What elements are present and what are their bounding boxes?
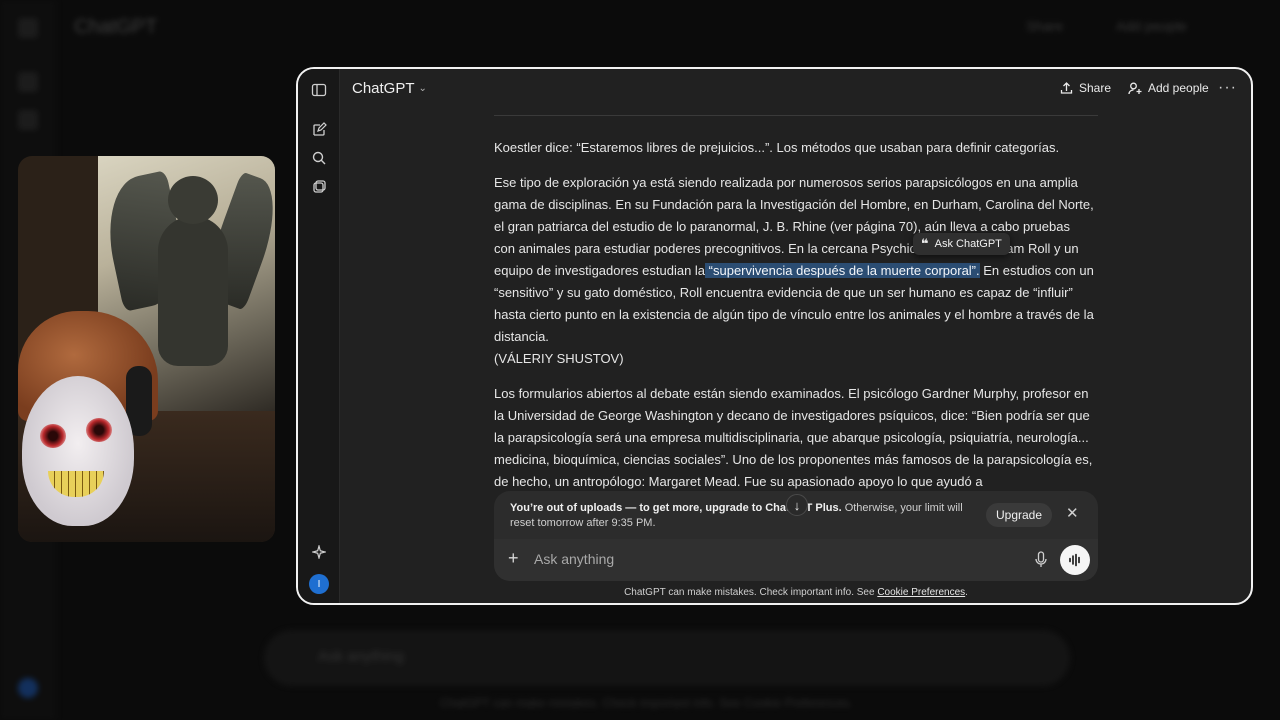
microphone-icon[interactable] — [1034, 551, 1048, 569]
top-bar: ChatGPT ⌄ Share Add people ··· — [340, 69, 1251, 111]
close-icon[interactable]: ✕ — [1066, 504, 1079, 522]
voice-mode-button[interactable] — [1060, 545, 1090, 575]
audio-waveform-icon — [1069, 553, 1080, 567]
message-paragraph: Ese tipo de exploración ya está siendo r… — [494, 172, 1094, 370]
selected-text-highlight[interactable]: “supervivencia después de la muerte corp… — [705, 263, 980, 278]
model-selector[interactable]: ChatGPT ⌄ — [352, 80, 427, 97]
message-paragraph: Koestler dice: “Estaremos libres de prej… — [494, 140, 1060, 155]
mask-eye — [40, 424, 66, 448]
chevron-down-icon: ⌄ — [418, 83, 427, 94]
quote-icon: ❝ — [921, 236, 929, 251]
new-chat-icon[interactable] — [310, 121, 328, 139]
cookie-preferences-link[interactable]: Cookie Preferences — [877, 587, 965, 598]
cat-head — [168, 176, 218, 224]
chatgpt-window: I ChatGPT ⌄ Share Add people ··· Koestle… — [296, 67, 1253, 605]
disclaimer-text: ChatGPT can make mistakes. Check importa… — [624, 587, 878, 598]
background-share: Share — [1026, 18, 1064, 34]
mask-eye — [86, 418, 112, 442]
paragraph-author: (VÁLERIY SHUSTOV) — [494, 351, 624, 366]
notice-text: You’re out of uploads — to get more, upg… — [510, 501, 970, 531]
disclaimer-end: . — [965, 587, 968, 598]
share-button[interactable]: Share — [1060, 81, 1111, 95]
sparkle-icon[interactable] — [310, 543, 328, 561]
scroll-down-button[interactable]: ↓ — [786, 494, 808, 516]
add-people-label: Add people — [1148, 81, 1209, 95]
background-sidebar-icon — [18, 110, 38, 130]
message-paragraph: Los formularios abiertos al debate están… — [494, 386, 1093, 489]
plus-icon[interactable]: + — [508, 548, 519, 569]
add-person-icon — [1128, 82, 1142, 94]
ask-chatgpt-label: Ask ChatGPT — [934, 238, 1002, 250]
background-sidebar-icon — [18, 72, 38, 92]
ask-chatgpt-popover[interactable]: ❝ Ask ChatGPT — [913, 233, 1010, 255]
conversation-content[interactable]: Koestler dice: “Estaremos libres de prej… — [494, 111, 1098, 511]
masked-face — [22, 376, 134, 526]
composer: + — [494, 539, 1098, 581]
share-label: Share — [1079, 81, 1112, 95]
upgrade-button[interactable]: Upgrade — [986, 503, 1053, 527]
user-avatar[interactable]: I — [309, 574, 329, 594]
background-title: ChatGPT — [74, 16, 158, 38]
library-icon[interactable] — [310, 178, 328, 196]
model-title: ChatGPT — [352, 80, 415, 97]
add-people-button[interactable]: Add people — [1128, 81, 1209, 95]
sidebar-rail: I — [298, 69, 340, 603]
share-icon — [1060, 81, 1073, 94]
disclaimer: ChatGPT can make mistakes. Check importa… — [494, 587, 1098, 598]
background-add-people: Add people — [1116, 18, 1187, 34]
background-input-placeholder: Ask anything — [318, 648, 404, 665]
webcam-overlay[interactable] — [18, 156, 275, 542]
sidebar-toggle-icon[interactable] — [310, 81, 328, 99]
background-footer: ChatGPT can make mistakes. Check importa… — [440, 696, 853, 710]
background-sidebar-icon — [18, 18, 38, 38]
cat-body — [158, 216, 228, 366]
ask-input[interactable] — [534, 551, 1014, 567]
divider — [494, 115, 1098, 116]
background-composer: Ask anything — [264, 630, 1070, 686]
background-avatar — [18, 678, 38, 698]
more-options-icon[interactable]: ··· — [1218, 79, 1237, 97]
search-icon[interactable] — [310, 149, 328, 167]
